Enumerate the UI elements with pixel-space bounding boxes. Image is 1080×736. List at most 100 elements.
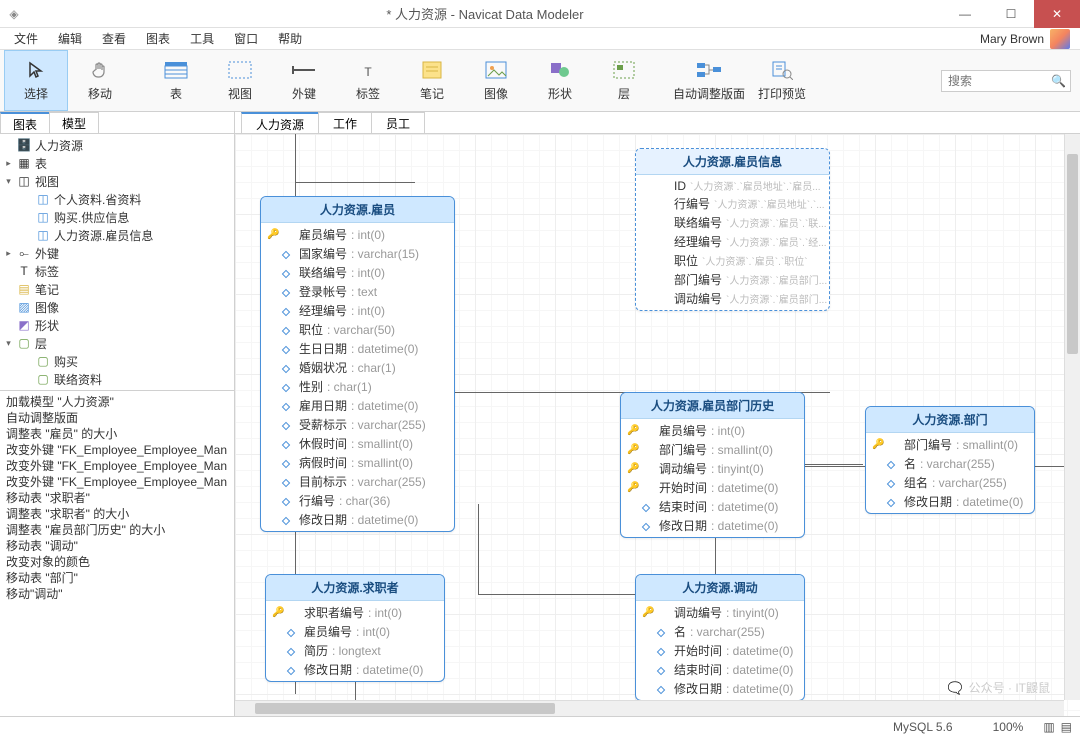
field-row[interactable]: 修改日期 : datetime(0): [266, 660, 444, 679]
menu-view[interactable]: 查看: [92, 28, 136, 49]
field-row[interactable]: 行编号 `人力资源`.`雇员地址`.`...: [636, 194, 829, 213]
canvas-tab-work[interactable]: 工作: [318, 112, 372, 133]
tree-view-item[interactable]: ◫购买.供应信息: [0, 208, 234, 226]
tool-label[interactable]: T标签: [336, 50, 400, 111]
field-row[interactable]: 简历 : longtext: [266, 641, 444, 660]
field-row[interactable]: 登录帐号 : text: [261, 282, 454, 301]
field-row[interactable]: 名 : varchar(255): [866, 454, 1034, 473]
menu-help[interactable]: 帮助: [268, 28, 312, 49]
tree-label[interactable]: T标签: [0, 262, 234, 280]
field-row[interactable]: 部门编号 `人力资源`.`雇员部门...: [636, 270, 829, 289]
field-row[interactable]: 🔑调动编号 : tinyint(0): [621, 459, 804, 478]
tool-layer[interactable]: 层: [592, 50, 656, 111]
tool-select[interactable]: 选择: [4, 50, 68, 111]
field-row[interactable]: 🔑雇员编号 : int(0): [261, 225, 454, 244]
tree-fk[interactable]: ▸⟜外键: [0, 244, 234, 262]
scrollbar-thumb[interactable]: [255, 703, 555, 714]
diamond-icon: [288, 663, 300, 677]
field-row[interactable]: 修改日期 : datetime(0): [261, 510, 454, 529]
tool-shape[interactable]: 形状: [528, 50, 592, 111]
tool-view[interactable]: 视图: [208, 50, 272, 111]
field-row[interactable]: 修改日期 : datetime(0): [636, 679, 804, 698]
tree-note[interactable]: ▤笔记: [0, 280, 234, 298]
canvas-tab-hr[interactable]: 人力资源: [241, 112, 319, 133]
field-row[interactable]: 修改日期 : datetime(0): [866, 492, 1034, 511]
tree-view-item[interactable]: ◫人力资源.雇员信息: [0, 226, 234, 244]
menu-window[interactable]: 窗口: [224, 28, 268, 49]
menu-tools[interactable]: 工具: [180, 28, 224, 49]
field-row[interactable]: 目前标示 : varchar(255): [261, 472, 454, 491]
field-row[interactable]: 职位 `人力资源`.`雇员`.`职位`: [636, 251, 829, 270]
field-row[interactable]: 经理编号 : int(0): [261, 301, 454, 320]
menu-file[interactable]: 文件: [4, 28, 48, 49]
canvas-tab-emp[interactable]: 员工: [371, 112, 425, 133]
menu-diagram[interactable]: 图表: [136, 28, 180, 49]
field-row[interactable]: 休假时间 : smallint(0): [261, 434, 454, 453]
tree-view-item[interactable]: ◫个人资料.省资料: [0, 190, 234, 208]
minimize-button[interactable]: —: [942, 0, 988, 28]
field-row[interactable]: 国家编号 : varchar(15): [261, 244, 454, 263]
tree-layer[interactable]: ▾▢层: [0, 334, 234, 352]
field-row[interactable]: 生日日期 : datetime(0): [261, 339, 454, 358]
field-row[interactable]: 🔑开始时间 : datetime(0): [621, 478, 804, 497]
entity-employee[interactable]: 人力资源.雇员 🔑雇员编号 : int(0)国家编号 : varchar(15)…: [260, 196, 455, 532]
tool-fk[interactable]: 外键: [272, 50, 336, 111]
field-row[interactable]: 名 : varchar(255): [636, 622, 804, 641]
tree-tables[interactable]: ▸▦表: [0, 154, 234, 172]
entity-employee-info[interactable]: 人力资源.雇员信息 ID `人力资源`.`雇员地址`.`雇员...行编号 `人力…: [635, 148, 830, 311]
field-row[interactable]: 结束时间 : datetime(0): [636, 660, 804, 679]
tree-image[interactable]: ▨图像: [0, 298, 234, 316]
field-row[interactable]: 联络编号 `人力资源`.`雇员`.`联...: [636, 213, 829, 232]
scrollbar-thumb[interactable]: [1067, 154, 1078, 354]
tree-layer-item[interactable]: ▢购买: [0, 352, 234, 370]
text-icon: T: [17, 264, 31, 278]
close-button[interactable]: ✕: [1034, 0, 1080, 28]
field-row[interactable]: ID `人力资源`.`雇员地址`.`雇员...: [636, 177, 829, 194]
field-row[interactable]: 联络编号 : int(0): [261, 263, 454, 282]
field-row[interactable]: 受薪标示 : varchar(255): [261, 415, 454, 434]
field-row[interactable]: 雇员编号 : int(0): [266, 622, 444, 641]
tree-views[interactable]: ▾◫视图: [0, 172, 234, 190]
left-tab-diagram[interactable]: 图表: [0, 112, 50, 133]
field-row[interactable]: 🔑调动编号 : tinyint(0): [636, 603, 804, 622]
tool-note[interactable]: 笔记: [400, 50, 464, 111]
field-row[interactable]: 性别 : char(1): [261, 377, 454, 396]
scrollbar-horizontal[interactable]: [235, 700, 1064, 716]
field-row[interactable]: 结束时间 : datetime(0): [621, 497, 804, 516]
field-row[interactable]: 🔑部门编号 : smallint(0): [866, 435, 1034, 454]
field-row[interactable]: 职位 : varchar(50): [261, 320, 454, 339]
field-row[interactable]: 🔑雇员编号 : int(0): [621, 421, 804, 440]
tool-printpreview[interactable]: 打印预览: [750, 50, 814, 111]
avatar[interactable]: [1050, 29, 1070, 49]
status-icon[interactable]: ▤: [1061, 720, 1072, 734]
left-tab-model[interactable]: 模型: [49, 112, 99, 133]
tree-shape[interactable]: ◩形状: [0, 316, 234, 334]
entity-shift[interactable]: 人力资源.调动 🔑调动编号 : tinyint(0)名 : varchar(25…: [635, 574, 805, 701]
scrollbar-vertical[interactable]: [1064, 134, 1080, 700]
menu-edit[interactable]: 编辑: [48, 28, 92, 49]
tree-layer-item[interactable]: ▢联络资料: [0, 370, 234, 388]
field-row[interactable]: 🔑部门编号 : smallint(0): [621, 440, 804, 459]
tool-autolayout[interactable]: 自动调整版面: [668, 50, 750, 111]
entity-candidate[interactable]: 人力资源.求职者 🔑求职者编号 : int(0)雇员编号 : int(0)简历 …: [265, 574, 445, 682]
field-row[interactable]: 行编号 : char(36): [261, 491, 454, 510]
tool-move[interactable]: 移动: [68, 50, 132, 111]
field-row[interactable]: 🔑求职者编号 : int(0): [266, 603, 444, 622]
field-row[interactable]: 婚姻状况 : char(1): [261, 358, 454, 377]
tool-image[interactable]: 图像: [464, 50, 528, 111]
diagram-canvas[interactable]: 人力资源.雇员 🔑雇员编号 : int(0)国家编号 : varchar(15)…: [235, 134, 1080, 716]
field-row[interactable]: 病假时间 : smallint(0): [261, 453, 454, 472]
tool-table[interactable]: 表: [144, 50, 208, 111]
field-row[interactable]: 修改日期 : datetime(0): [621, 516, 804, 535]
maximize-button[interactable]: ☐: [988, 0, 1034, 28]
field-type: : tinyint(0): [711, 462, 764, 476]
status-icon[interactable]: ▥: [1043, 720, 1054, 734]
entity-department[interactable]: 人力资源.部门 🔑部门编号 : smallint(0)名 : varchar(2…: [865, 406, 1035, 514]
field-row[interactable]: 雇用日期 : datetime(0): [261, 396, 454, 415]
field-row[interactable]: 组名 : varchar(255): [866, 473, 1034, 492]
entity-dept-history[interactable]: 人力资源.雇员部门历史 🔑雇员编号 : int(0)🔑部门编号 : smalli…: [620, 392, 805, 538]
tree-root[interactable]: 🗄️人力资源: [0, 136, 234, 154]
field-row[interactable]: 开始时间 : datetime(0): [636, 641, 804, 660]
field-row[interactable]: 调动编号 `人力资源`.`雇员部门...: [636, 289, 829, 308]
field-row[interactable]: 经理编号 `人力资源`.`雇员`.`经...: [636, 232, 829, 251]
